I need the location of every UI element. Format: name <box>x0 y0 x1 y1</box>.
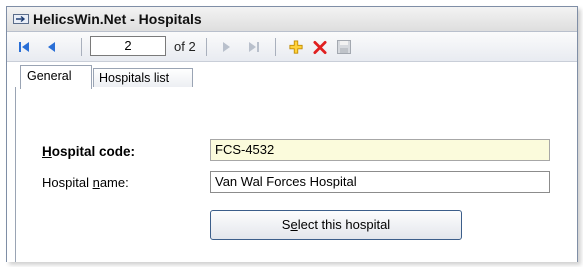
last-record-icon[interactable] <box>247 40 261 54</box>
app-window-icon <box>13 14 29 24</box>
first-record-icon[interactable] <box>17 40 31 54</box>
toolbar-separator <box>206 38 207 56</box>
record-count-label: of 2 <box>174 39 196 54</box>
record-navigator-toolbar: 2 of 2 <box>7 32 577 62</box>
hospital-code-field[interactable]: FCS-4532 <box>210 139 550 161</box>
record-position-input[interactable]: 2 <box>90 36 166 56</box>
panel-left-border <box>7 87 16 262</box>
toolbar-separator <box>275 38 276 56</box>
hospital-name-label: Hospital name: <box>42 175 129 190</box>
add-record-icon[interactable] <box>289 40 303 54</box>
tab-general-label: General <box>27 69 72 83</box>
hospitals-window: HelicsWin.Net - Hospitals 2 of 2 General <box>6 6 578 262</box>
toolbar-separator <box>81 38 82 56</box>
hospital-name-field[interactable]: Van Wal Forces Hospital <box>210 171 550 193</box>
title-bar: HelicsWin.Net - Hospitals <box>7 7 577 32</box>
tab-strip: General Hospitals list <box>7 62 577 89</box>
general-tab-panel: Hospital code: FCS-4532 Hospital name: V… <box>7 87 577 262</box>
window-title: HelicsWin.Net - Hospitals <box>33 11 202 27</box>
save-record-icon[interactable] <box>337 40 351 54</box>
tab-hospitals-list[interactable]: Hospitals list <box>93 68 193 88</box>
tab-hospitals-list-label: Hospitals list <box>99 71 170 85</box>
delete-record-icon[interactable] <box>313 40 327 54</box>
next-record-icon[interactable] <box>219 40 233 54</box>
previous-record-icon[interactable] <box>45 40 59 54</box>
tab-general[interactable]: General <box>20 65 92 89</box>
hospital-code-label: Hospital code: <box>42 144 136 159</box>
select-hospital-button[interactable]: Select this hospital <box>210 210 462 240</box>
